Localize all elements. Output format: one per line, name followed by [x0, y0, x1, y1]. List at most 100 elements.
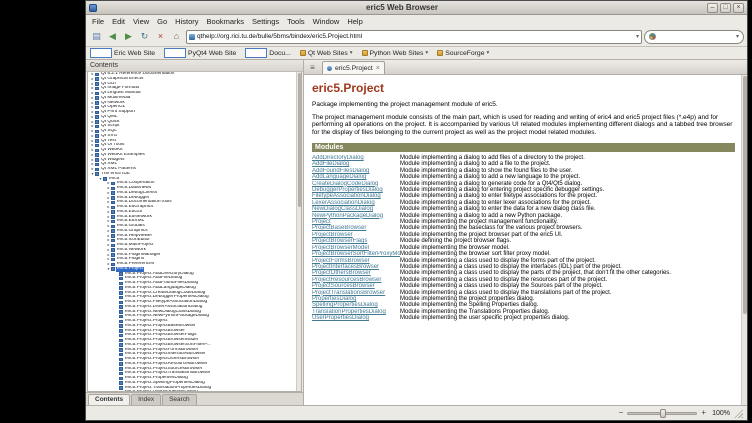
- contents-tree: ▸Qt 5.2.1 Reference Documentation▸Qt Gra…: [87, 72, 302, 392]
- document-icon: [111, 229, 115, 233]
- search-input[interactable]: ▾: [644, 30, 744, 44]
- bookmarks-bar: Eric Web Site PyQt4 Web Site Docu... Qt Web…: [86, 47, 747, 60]
- back-icon[interactable]: ◀: [105, 29, 120, 44]
- zoom-out-button[interactable]: −: [619, 407, 624, 419]
- bookmark-label: Qt Web Sites: [308, 50, 348, 57]
- close-button[interactable]: ×: [733, 3, 744, 13]
- page-favicon-icon: [189, 34, 195, 40]
- document-icon: [95, 120, 99, 124]
- document-icon: [95, 115, 99, 119]
- module-row-userpropertiesdialog: UserPropertiesDialogModule implementing …: [312, 315, 735, 321]
- home-icon[interactable]: ⌂: [169, 29, 184, 44]
- stop-icon[interactable]: ×: [153, 29, 168, 44]
- document-icon: [119, 339, 123, 343]
- document-icon: [95, 92, 99, 96]
- document-icon: [119, 367, 123, 371]
- zoom-slider[interactable]: [627, 412, 697, 415]
- url-text: qthelp://org.rici.tu.de/bulle/5bms/binde…: [197, 33, 634, 40]
- bookmark-sourceforge[interactable]: SourceForge▾: [437, 50, 489, 57]
- document-icon: [111, 239, 115, 243]
- intro-text: Package implementing the project managem…: [312, 101, 735, 109]
- menu-settings[interactable]: Settings: [248, 16, 283, 27]
- document-icon: [119, 343, 123, 347]
- minimize-button[interactable]: –: [707, 3, 718, 13]
- bookmark-eric-web-site[interactable]: Eric Web Site: [90, 48, 155, 58]
- zoom-level: 100%: [710, 410, 730, 417]
- document-icon: [95, 134, 99, 138]
- tree-item-label: eric5.Project.UserPropertiesDialog: [124, 390, 199, 392]
- document-icon: [111, 220, 115, 224]
- menu-history[interactable]: History: [171, 16, 202, 27]
- forward-icon[interactable]: ▶: [121, 29, 136, 44]
- document-icon: [111, 225, 115, 229]
- close-tab-icon[interactable]: ×: [376, 65, 380, 72]
- chevron-down-icon: ▾: [425, 50, 428, 56]
- search-engine-icon[interactable]: [649, 33, 656, 40]
- folder-icon: [362, 50, 368, 56]
- tab-list-icon[interactable]: ≡: [306, 62, 319, 74]
- chevron-down-icon: ▾: [350, 50, 353, 56]
- document-icon: [119, 296, 123, 300]
- tab-bar: ≡ eric5.Project ×: [304, 60, 747, 75]
- tree-item-eric5-project-userpropertiesdialog[interactable]: eric5.Project.UserPropertiesDialog: [88, 390, 301, 392]
- document-icon: [119, 381, 123, 385]
- zoom-slider-thumb[interactable]: [660, 409, 666, 418]
- menu-go[interactable]: Go: [153, 16, 171, 27]
- content-scrollbar[interactable]: [741, 75, 747, 405]
- page: eric5.Project Package implementing the p…: [304, 75, 747, 405]
- document-icon: [111, 258, 115, 262]
- content-scrollbar-thumb[interactable]: [743, 76, 747, 314]
- bookmark-qt-web-sites[interactable]: Qt Web Sites▾: [300, 50, 353, 57]
- titlebar[interactable]: eric5 Web Browser – □ ×: [86, 1, 747, 15]
- document-icon: [111, 253, 115, 257]
- menu-view[interactable]: View: [129, 16, 153, 27]
- document-icon: [111, 196, 115, 200]
- document-icon: [119, 282, 123, 286]
- document-icon: [95, 106, 99, 110]
- sidebar-tabs: ContentsIndexSearch: [86, 392, 303, 405]
- resize-grip[interactable]: [734, 409, 743, 418]
- reload-icon[interactable]: ↻: [137, 29, 152, 44]
- page-title: eric5.Project: [312, 81, 735, 95]
- document-icon: [95, 144, 99, 148]
- tab-eric5-project[interactable]: eric5.Project ×: [322, 61, 385, 74]
- document-icon: [119, 358, 123, 362]
- menu-help[interactable]: Help: [343, 16, 366, 27]
- chevron-down-icon[interactable]: ▾: [636, 33, 639, 40]
- maximize-button[interactable]: □: [720, 3, 731, 13]
- sidebar-tab-contents[interactable]: Contents: [88, 394, 130, 405]
- document-icon: [119, 291, 123, 295]
- document-icon: [111, 191, 115, 195]
- menu-window[interactable]: Window: [309, 16, 344, 27]
- tree-scrollbar[interactable]: [296, 72, 301, 391]
- url-bar[interactable]: qthelp://org.rici.tu.de/bulle/5bms/binde…: [186, 30, 642, 44]
- bookmark-pyqt4-web-site[interactable]: PyQt4 Web Site: [164, 48, 236, 58]
- sidebar-tab-index[interactable]: Index: [131, 394, 161, 405]
- menu-edit[interactable]: Edit: [108, 16, 129, 27]
- chevron-down-icon[interactable]: ▾: [736, 33, 739, 40]
- document-icon: [111, 206, 115, 210]
- document-icon: [95, 149, 99, 153]
- menu-tools[interactable]: Tools: [283, 16, 309, 27]
- document-icon: [95, 168, 99, 172]
- document-icon: [95, 111, 99, 115]
- bookmark-docu[interactable]: Docu...: [245, 48, 291, 58]
- menu-file[interactable]: File: [88, 16, 108, 27]
- module-link-userpropertiesdialog[interactable]: UserPropertiesDialog: [312, 315, 400, 321]
- new-tab-icon[interactable]: ▤: [89, 29, 104, 44]
- document-icon: [119, 305, 123, 309]
- browser-window: eric5 Web Browser – □ × FileEditViewGoHi…: [85, 0, 748, 421]
- sidebar-title: Contents: [86, 60, 303, 72]
- document-icon: [119, 386, 123, 390]
- document-icon: [119, 310, 123, 314]
- document-icon: [119, 348, 123, 352]
- tree-scrollbar-thumb[interactable]: [298, 73, 302, 207]
- document-icon: [95, 87, 99, 91]
- sidebar-tab-search[interactable]: Search: [162, 394, 197, 405]
- menubar: FileEditViewGoHistoryBookmarksSettingsTo…: [86, 15, 747, 27]
- zoom-in-button[interactable]: +: [701, 407, 706, 419]
- page-icon: [245, 48, 267, 58]
- document-icon: [119, 320, 123, 324]
- bookmark-python-web-sites[interactable]: Python Web Sites▾: [362, 50, 429, 57]
- menu-bookmarks[interactable]: Bookmarks: [203, 16, 249, 27]
